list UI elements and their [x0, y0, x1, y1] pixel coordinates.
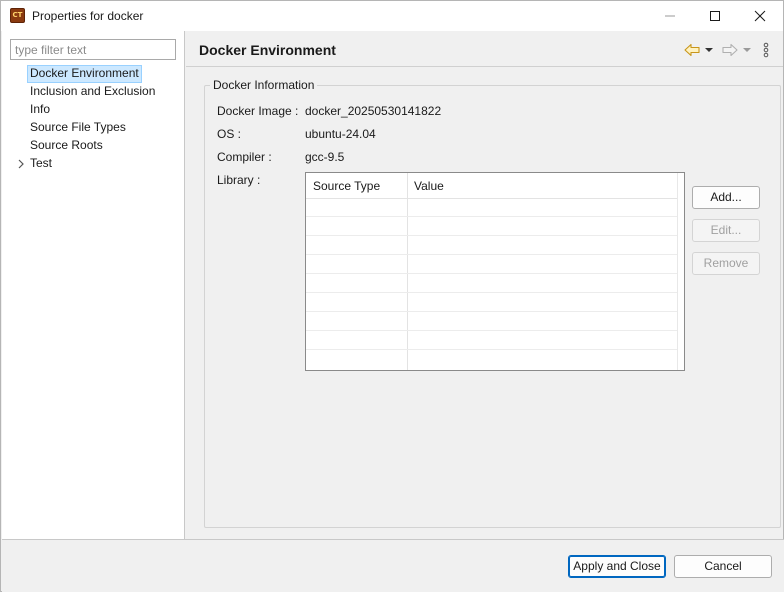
- group-title: Docker Information: [210, 78, 318, 92]
- table-row-line: [306, 216, 677, 217]
- remove-button[interactable]: Remove: [692, 252, 760, 275]
- close-button[interactable]: [737, 1, 783, 31]
- library-label: Library :: [217, 173, 261, 187]
- docker-information-group: Docker Image : docker_20250530141822 OS …: [204, 85, 781, 528]
- view-menu-button[interactable]: [763, 41, 769, 59]
- chevron-right-icon: [18, 159, 24, 169]
- dropdown-icon: [743, 48, 751, 52]
- column-divider: [407, 173, 408, 370]
- tree-item-test[interactable]: Test: [27, 155, 55, 173]
- compiler-value: gcc-9.5: [305, 150, 345, 164]
- tree-item-info[interactable]: Info: [27, 101, 53, 119]
- library-table[interactable]: Source Type Value: [305, 172, 685, 371]
- maximize-button[interactable]: [692, 1, 738, 31]
- os-value: ubuntu-24.04: [305, 127, 376, 141]
- table-row-line: [306, 330, 677, 331]
- dropdown-icon: [705, 48, 713, 52]
- forward-history-dropdown[interactable]: [743, 41, 751, 59]
- filter-input[interactable]: [10, 39, 176, 60]
- properties-dialog: CT Properties for docker Docker Environm…: [0, 0, 784, 592]
- docker-image-label: Docker Image :: [217, 104, 299, 118]
- cancel-button[interactable]: Cancel: [674, 555, 772, 578]
- tree-expander-test[interactable]: [16, 158, 26, 170]
- app-icon: CT: [10, 8, 25, 23]
- tree-item-source-roots[interactable]: Source Roots: [27, 137, 106, 155]
- edit-button[interactable]: Edit...: [692, 219, 760, 242]
- title-bar[interactable]: CT Properties for docker: [1, 1, 783, 31]
- add-button[interactable]: Add...: [692, 186, 760, 209]
- docker-image-value: docker_20250530141822: [305, 104, 442, 118]
- view-menu-icon: [763, 42, 769, 58]
- minimize-icon: [665, 15, 675, 17]
- property-page-tree-panel: Docker Environment Inclusion and Exclusi…: [2, 31, 185, 539]
- page-title: Docker Environment: [199, 42, 336, 58]
- table-row-line: [306, 273, 677, 274]
- table-row-line: [306, 235, 677, 236]
- table-row-line: [306, 311, 677, 312]
- back-history-dropdown[interactable]: [705, 41, 713, 59]
- tree-item-source-file-types[interactable]: Source File Types: [27, 119, 129, 137]
- table-header: Source Type Value: [306, 173, 684, 199]
- tree-item-docker-environment[interactable]: Docker Environment: [27, 65, 142, 83]
- tree-item-inclusion-exclusion[interactable]: Inclusion and Exclusion: [27, 83, 158, 101]
- table-vertical-scrollbar[interactable]: [677, 173, 684, 370]
- minimize-button[interactable]: [647, 1, 693, 31]
- back-button[interactable]: [684, 41, 700, 59]
- compiler-label: Compiler :: [217, 150, 272, 164]
- forward-button[interactable]: [722, 41, 738, 59]
- apply-and-close-button[interactable]: Apply and Close: [568, 555, 666, 578]
- table-row-line: [306, 254, 677, 255]
- back-arrow-icon: [684, 43, 700, 57]
- table-row-line: [306, 349, 677, 350]
- property-page-content: Docker Environment Docker Image: docker…: [186, 31, 783, 539]
- table-row-line: [306, 292, 677, 293]
- window-title: Properties for docker: [32, 9, 144, 23]
- column-header-value[interactable]: Value: [407, 173, 677, 199]
- forward-arrow-icon: [722, 43, 738, 57]
- maximize-icon: [710, 11, 720, 21]
- os-label: OS :: [217, 127, 242, 141]
- dialog-button-bar: Apply and Close Cancel: [2, 540, 784, 592]
- close-icon: [754, 10, 766, 22]
- header-separator: [186, 66, 783, 67]
- column-header-source-type[interactable]: Source Type: [306, 173, 407, 199]
